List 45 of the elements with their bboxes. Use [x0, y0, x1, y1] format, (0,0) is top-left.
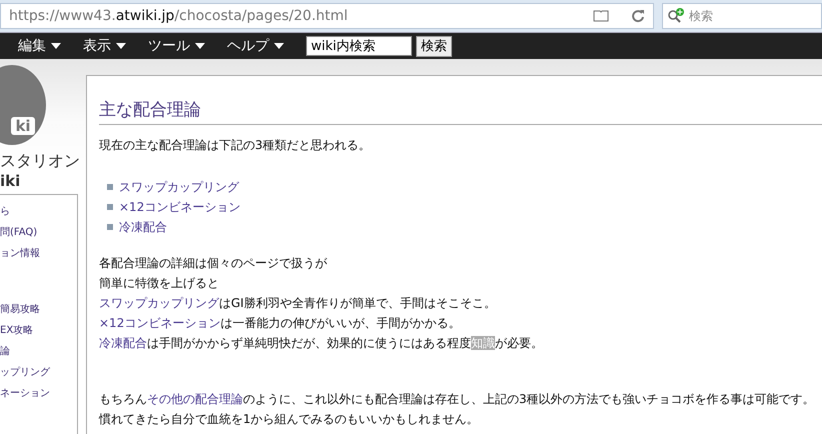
- section-heading: 主な配合理論: [99, 98, 822, 125]
- sidebar-link[interactable]: 論: [0, 345, 77, 359]
- site-title: スタリオン: [0, 151, 78, 172]
- sidebar-link[interactable]: ら: [0, 205, 77, 219]
- list-link[interactable]: スワップカップリング: [119, 177, 239, 197]
- sidebar-link[interactable]: 問(FAQ): [0, 226, 77, 240]
- paragraph-text: もちろんその他の配合理論のように、これ以外にも配合理論は存在し、上記の3種以外の方法でも強いチョコボを作る事は可能です。: [99, 391, 816, 408]
- wiki-search-field[interactable]: wiki内検索: [306, 36, 412, 56]
- paragraph-text: スワップカップリングはGI勝利羽や全青作りが簡単で、手間はそこそこ。: [99, 295, 497, 312]
- sidebar-link[interactable]: 簡易攻略: [0, 303, 77, 317]
- search-icon: [667, 8, 685, 24]
- address-bar[interactable]: https://www43.atwiki.jp/chocosta/pages/20.html: [0, 3, 654, 29]
- sidebar-link[interactable]: ップリング: [0, 366, 77, 380]
- book-icon[interactable]: [593, 10, 609, 22]
- paragraph-text: 各配合理論の詳細は個々のページで扱うが: [99, 255, 328, 272]
- caret-icon: [195, 43, 205, 49]
- paragraph-text: ×12コンビネーションは一番能力の伸びがいいが、手間がかかる。: [99, 315, 462, 332]
- text-link[interactable]: ×12コンビネーション: [99, 316, 220, 330]
- paragraph-text: 簡単に特徴を上げると: [99, 275, 220, 292]
- browser-search-field[interactable]: 検索: [662, 3, 822, 29]
- text-link[interactable]: スワップカップリング: [99, 296, 219, 310]
- paragraph-text: 慣れてきたら自分で血統を1から組んでみるのもいいかもしれません。: [99, 411, 480, 428]
- bullet-icon: [107, 224, 113, 230]
- site-logo[interactable]: ki: [0, 65, 46, 145]
- intro-text: 現在の主な配合理論は下記の3種類だと思われる。: [99, 137, 372, 154]
- refresh-icon[interactable]: [631, 9, 645, 23]
- menu-item[interactable]: 編集: [18, 37, 61, 55]
- menu-item[interactable]: 表示: [83, 37, 126, 55]
- list-link[interactable]: ×12コンビネーション: [119, 197, 240, 217]
- text-link[interactable]: その他の配合理論: [147, 392, 243, 406]
- search-button[interactable]: 検索: [416, 36, 452, 56]
- sidebar-link[interactable]: ョン情報: [0, 247, 77, 261]
- site-subtitle: iki: [0, 172, 22, 190]
- menu-item[interactable]: ヘルプ: [227, 37, 284, 55]
- caret-icon: [116, 43, 126, 49]
- paragraph-text: 冷凍配合は手間がかからず単純明快だが、効果的に使うにはある程度知識が必要。: [99, 335, 544, 352]
- sidebar-link[interactable]: ネーション: [0, 387, 77, 401]
- list-link[interactable]: 冷凍配合: [119, 217, 167, 237]
- menu-item[interactable]: ツール: [148, 37, 205, 55]
- caret-icon: [51, 43, 61, 49]
- bullet-icon: [107, 204, 113, 210]
- text-link[interactable]: 冷凍配合: [99, 336, 147, 350]
- bullet-icon: [107, 184, 113, 190]
- caret-icon: [274, 43, 284, 49]
- sidebar-link[interactable]: EX攻略: [0, 324, 77, 338]
